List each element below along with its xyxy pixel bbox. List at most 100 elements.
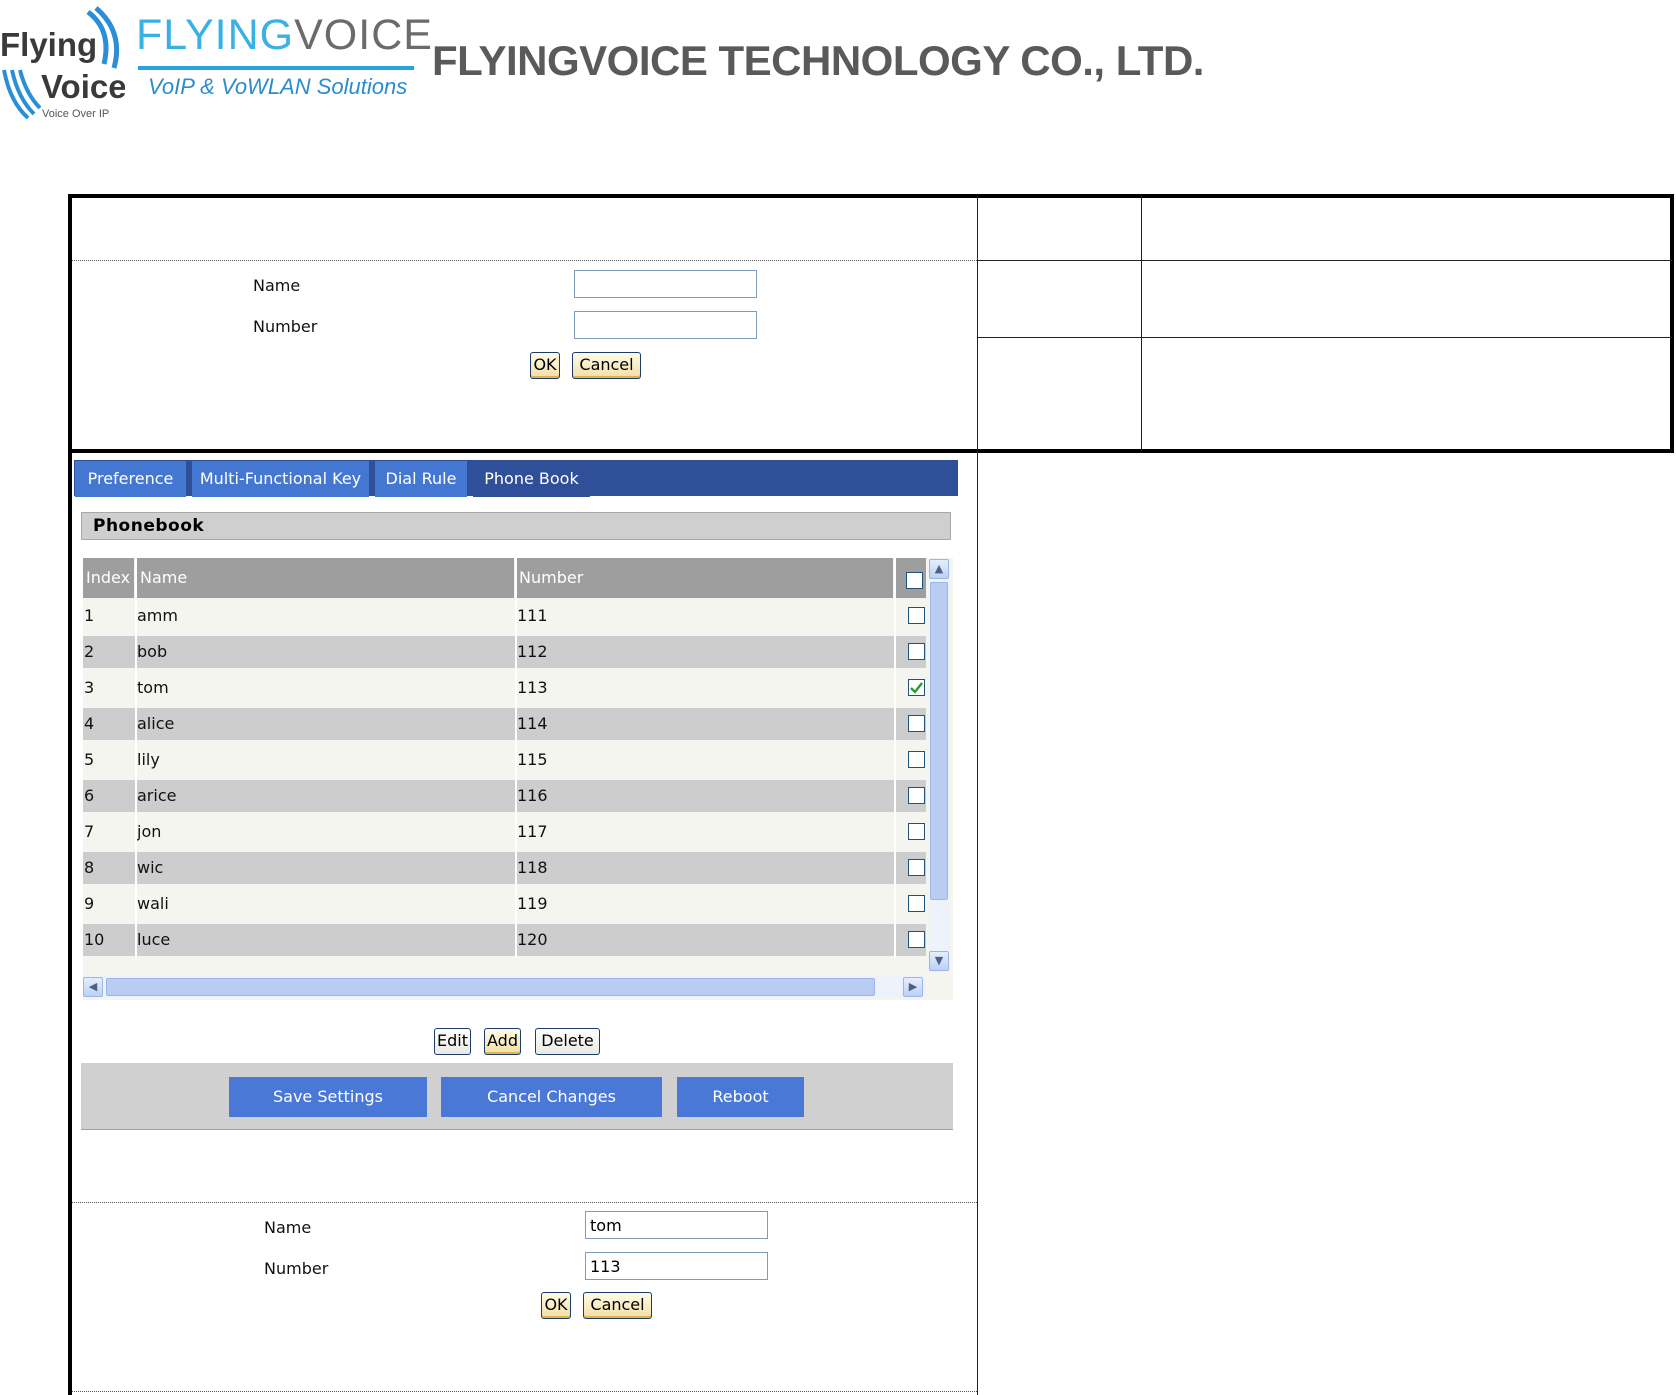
top-ok-button[interactable]: OK	[530, 352, 560, 379]
brand-name: FLYINGVOICE	[136, 14, 433, 57]
tab-phone-book[interactable]: Phone Book	[473, 461, 590, 497]
edit-button[interactable]: Edit	[434, 1028, 471, 1055]
row-number: 118	[517, 858, 548, 877]
row-checkbox[interactable]	[908, 751, 925, 768]
row-number: 117	[517, 822, 548, 841]
column-header-index[interactable]: Index	[83, 558, 134, 598]
company-name: FLYINGVOICE TECHNOLOGY CO., LTD.	[432, 37, 1204, 84]
row-name: wali	[137, 894, 169, 913]
brand-part1: FLYING	[136, 11, 295, 59]
add-button[interactable]: Add	[484, 1028, 521, 1055]
row-index: 2	[84, 642, 95, 661]
row-checkbox[interactable]	[908, 895, 925, 912]
row-checkbox[interactable]	[908, 643, 925, 660]
bottom-cancel-button[interactable]: Cancel	[583, 1292, 652, 1319]
logo-tagline: Voice Over IP	[42, 108, 109, 120]
brand-divider	[138, 66, 414, 70]
scroll-up-icon[interactable]: ▲	[929, 559, 949, 579]
row-index: 6	[84, 786, 95, 805]
check-icon	[910, 682, 923, 694]
row-name: wic	[137, 858, 164, 877]
row-index: 9	[84, 894, 95, 913]
save-settings-button[interactable]: Save Settings	[229, 1077, 427, 1117]
row-checkbox[interactable]	[908, 715, 925, 732]
row-name: luce	[137, 930, 171, 949]
row-checkbox[interactable]	[908, 931, 925, 948]
row-checkbox[interactable]	[908, 787, 925, 804]
tab-dial-rule[interactable]: Dial Rule	[375, 461, 467, 497]
table-row-band	[83, 780, 926, 812]
row-checkbox[interactable]	[908, 607, 925, 624]
row-index: 10	[84, 930, 105, 949]
table-row-band	[83, 708, 926, 740]
tab-multi-functional-key[interactable]: Multi-Functional Key	[192, 461, 369, 497]
scroll-down-icon[interactable]: ▼	[929, 951, 949, 971]
row-checkbox[interactable]	[908, 823, 925, 840]
reboot-button[interactable]: Reboot	[677, 1077, 804, 1117]
table-row-band	[83, 852, 926, 884]
row-index: 8	[84, 858, 95, 877]
grid-col-sep-3	[894, 558, 896, 958]
top-name-label: Name	[253, 276, 301, 295]
row-number: 116	[517, 786, 548, 805]
table-border-left	[68, 194, 72, 1395]
bottom-number-input[interactable]	[585, 1252, 768, 1280]
row-number: 113	[517, 678, 548, 697]
row-number: 111	[517, 606, 548, 625]
table-row-sep-1b	[977, 260, 1672, 261]
table-row-band	[83, 924, 926, 956]
row-index: 4	[84, 714, 95, 733]
logo-flying-text: Flying	[0, 26, 97, 63]
top-cancel-button[interactable]: Cancel	[572, 352, 641, 379]
phonebook-title: Phonebook	[81, 512, 951, 540]
row-name: amm	[137, 606, 178, 625]
row-number: 114	[517, 714, 548, 733]
grid-col-sep-2	[515, 558, 517, 958]
row-checkbox[interactable]	[908, 859, 925, 876]
brand-subtitle: VoIP & VoWLAN Solutions	[148, 74, 408, 99]
table-row-sep-2	[977, 337, 1672, 338]
brand-part2: VOICE	[294, 11, 433, 59]
scroll-left-icon[interactable]: ◀	[83, 977, 103, 997]
row-number: 120	[517, 930, 548, 949]
row-name: jon	[137, 822, 162, 841]
horizontal-scroll-thumb[interactable]	[106, 978, 875, 996]
row-name: arice	[137, 786, 177, 805]
row-checkbox[interactable]	[908, 679, 925, 696]
bottom-name-label: Name	[264, 1218, 312, 1237]
table-row-sep-4	[72, 1391, 977, 1392]
table-border-mid	[68, 449, 1674, 453]
scroll-right-icon[interactable]: ▶	[903, 977, 923, 997]
top-name-input[interactable]	[574, 270, 757, 298]
table-row-sep-3	[72, 1202, 977, 1203]
column-header-number[interactable]: Number	[517, 558, 893, 598]
bottom-name-input[interactable]	[585, 1211, 768, 1239]
top-number-input[interactable]	[574, 311, 757, 339]
row-number: 119	[517, 894, 548, 913]
column-header-name[interactable]: Name	[137, 558, 514, 598]
flying-voice-logo: Flying Voice Voice Over IP	[0, 6, 127, 121]
tab-preference[interactable]: Preference	[75, 461, 186, 497]
row-index: 3	[84, 678, 95, 697]
row-number: 115	[517, 750, 548, 769]
cancel-changes-button[interactable]: Cancel Changes	[441, 1077, 662, 1117]
row-name: tom	[137, 678, 169, 697]
bottom-ok-button[interactable]: OK	[541, 1292, 571, 1319]
select-all-checkbox[interactable]	[906, 572, 923, 589]
table-row-band	[83, 636, 926, 668]
table-row-sep-1	[72, 260, 977, 261]
bottom-number-label: Number	[264, 1259, 329, 1278]
flying-voice-logo-icon: Flying Voice Voice Over IP	[0, 6, 127, 120]
row-number: 112	[517, 642, 548, 661]
row-name: bob	[137, 642, 168, 661]
row-name: alice	[137, 714, 175, 733]
table-border-right	[1670, 194, 1674, 453]
top-number-label: Number	[253, 317, 318, 336]
row-index: 1	[84, 606, 95, 625]
vertical-scroll-thumb[interactable]	[930, 582, 948, 900]
delete-button[interactable]: Delete	[535, 1028, 600, 1055]
row-name: lily	[137, 750, 160, 769]
row-index: 7	[84, 822, 95, 841]
table-col-sep-2	[1141, 196, 1142, 451]
row-index: 5	[84, 750, 95, 769]
